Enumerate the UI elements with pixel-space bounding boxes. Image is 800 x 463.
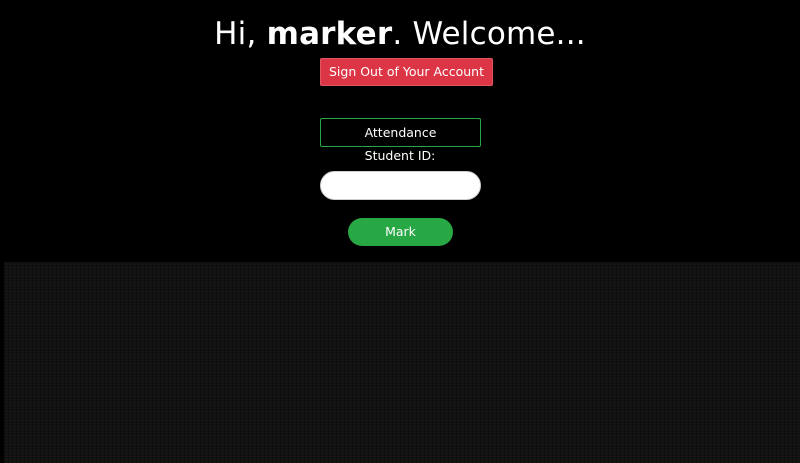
student-id-input[interactable] <box>320 171 481 200</box>
username: marker <box>266 16 393 52</box>
background-area <box>4 262 800 463</box>
page: Hi, marker. Welcome... Sign Out of Your … <box>0 0 800 463</box>
mark-button[interactable]: Mark <box>348 218 453 246</box>
greeting-prefix: Hi, <box>214 16 267 52</box>
page-title: Hi, marker. Welcome... <box>0 14 800 54</box>
greeting-suffix: . Welcome... <box>392 16 586 52</box>
attendance-heading: Attendance <box>320 118 481 147</box>
sign-out-button[interactable]: Sign Out of Your Account <box>320 58 493 86</box>
welcome-panel: Hi, marker. Welcome... Sign Out of Your … <box>0 0 800 262</box>
student-id-label: Student ID: <box>364 148 436 163</box>
